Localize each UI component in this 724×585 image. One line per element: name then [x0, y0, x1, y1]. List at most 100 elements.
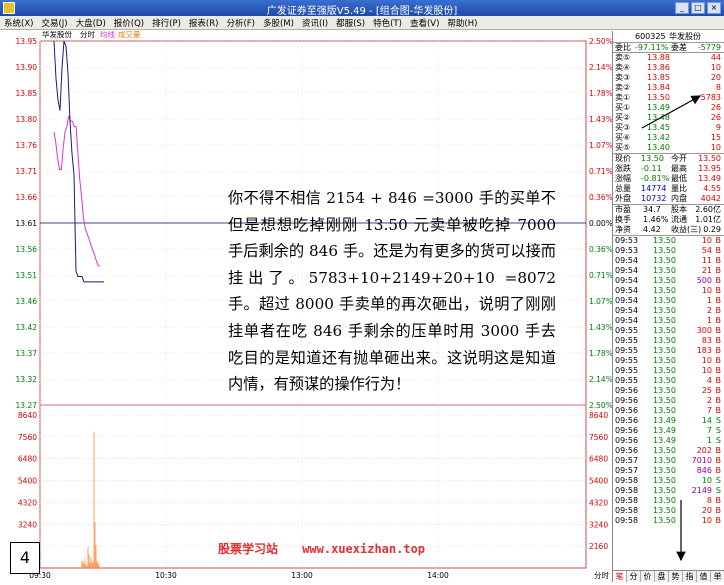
tick-side: B — [715, 406, 722, 415]
pct-tick-label: 2.50% — [589, 37, 612, 46]
webi-value: -97.11% — [635, 43, 669, 52]
tick-side: S — [715, 416, 721, 425]
volume-tick-label: 6480 — [18, 455, 37, 464]
tick-side: S — [715, 486, 721, 495]
tick-row: 09:56 13.50 7 B — [613, 406, 724, 416]
tick-time: 09:54 — [615, 296, 639, 305]
sell-label: 卖② — [615, 83, 631, 92]
weicha-label: 委差 — [671, 43, 687, 52]
minimize-button[interactable]: _ — [675, 2, 689, 14]
pct-tick-label: 1.07% — [589, 141, 612, 150]
close-button[interactable]: × — [707, 2, 721, 14]
menu-item-1[interactable]: 交易(J) — [41, 17, 67, 29]
time-tick-label: 14:00 — [427, 571, 449, 580]
avg-price-line — [53, 115, 100, 267]
window-title: 广发证券至强版V5.49 - [组合图-华发股份] — [266, 6, 458, 17]
menu-item-3[interactable]: 报价(Q) — [114, 17, 144, 29]
stat-value: 13.50 — [641, 154, 664, 163]
menu-item-6[interactable]: 分析(F) — [226, 17, 255, 29]
tick-time: 09:55 — [615, 326, 639, 335]
tick-list[interactable]: 09:53 13.50 10 B 09:53 13.50 54 B 09:54 13.50 11 B 0… — [613, 236, 724, 526]
buy-price: 13.45 — [647, 123, 670, 132]
tick-vol: 7010 — [691, 456, 712, 465]
tick-price: 13.50 — [653, 316, 676, 325]
tick-row: 09:57 13.50 846 B — [613, 466, 724, 476]
menu-item-10[interactable]: 特色(T) — [373, 17, 402, 29]
tick-time: 09:56 — [615, 406, 639, 415]
tick-row: 09:53 13.50 54 B — [613, 246, 724, 256]
stat-value: 14774 — [641, 184, 667, 193]
volume-tick-label-right: 6480 — [589, 455, 608, 464]
stat-label-2: 内盘 — [671, 194, 687, 203]
tick-side: B — [715, 326, 722, 335]
tick-price: 13.50 — [653, 306, 676, 315]
quote-tab-0[interactable]: 笔 — [613, 571, 627, 582]
menu-item-5[interactable]: 报表(R) — [189, 17, 219, 29]
stat2-value: 4.42 — [643, 225, 661, 234]
time-axis-label: 分时 — [594, 570, 609, 580]
quote-tab-1[interactable]: 分 — [627, 571, 641, 582]
quote-tab-4[interactable]: 势 — [669, 571, 683, 582]
watermark-url: www.xuexizhan.top — [302, 542, 426, 556]
menu-item-11[interactable]: 查看(V) — [410, 17, 439, 29]
sell-row: 卖④ 13.86 10 — [613, 63, 724, 73]
stat-label-2: 最低 — [671, 174, 687, 183]
price-tick-label: 13.51 — [16, 271, 38, 280]
tick-vol: 10 — [701, 356, 712, 365]
quote-header: 600325 华发股份 — [613, 31, 724, 43]
buy-vol: 15 — [710, 133, 721, 142]
tick-time: 09:54 — [615, 316, 639, 325]
tick-row: 09:53 13.50 10 B — [613, 236, 724, 246]
sell-vol: 5783 — [700, 93, 721, 102]
menu-item-2[interactable]: 大盘(D) — [76, 17, 106, 29]
menu-item-0[interactable]: 系统(X) — [4, 17, 33, 29]
quote-tab-3[interactable]: 盘 — [655, 571, 669, 582]
tick-time: 09:54 — [615, 266, 639, 275]
price-tick-label: 13.76 — [16, 141, 38, 150]
quote-tab-5[interactable]: 指 — [683, 571, 697, 582]
sell-row: 卖② 13.84 8 — [613, 83, 724, 93]
stat2-label-2: 股本 — [671, 205, 687, 214]
chart-view-label: 分时 — [80, 31, 95, 39]
stock-code: 600325 — [635, 32, 666, 41]
tick-price: 13.50 — [653, 466, 676, 475]
stat-label-2: 最高 — [671, 164, 687, 173]
time-tick-label: 10:30 — [155, 571, 177, 580]
annotation-text: 你不得不相信 2154 + 846 =3000 手的买单不但是想想吃掉刚刚 13… — [228, 189, 556, 394]
menu-item-12[interactable]: 帮助(H) — [447, 17, 477, 29]
sell-price: 13.86 — [647, 63, 670, 72]
sell-row: 卖③ 13.85 20 — [613, 73, 724, 83]
stat2-value-2: 0.29 — [703, 225, 721, 234]
tick-side: B — [715, 296, 722, 305]
volume-tick-label-right: 4320 — [589, 498, 608, 507]
tick-side: B — [715, 256, 722, 265]
quote-tab-7[interactable]: 单 — [711, 571, 724, 582]
quote-tab-2[interactable]: 价 — [641, 571, 655, 582]
tick-vol: 183 — [696, 346, 712, 355]
buy-label: 买① — [615, 103, 631, 112]
menu-item-7[interactable]: 多股(M) — [263, 17, 294, 29]
tick-vol: 300 — [696, 326, 712, 335]
pct-tick-label: 1.78% — [589, 89, 612, 98]
tick-side: B — [715, 336, 722, 345]
tick-side: S — [715, 426, 721, 435]
tick-vol: 11 — [701, 256, 712, 265]
stat-value: -0.81% — [641, 174, 670, 183]
tick-row: 09:54 13.50 1 B — [613, 316, 724, 326]
maximize-button[interactable]: □ — [691, 2, 705, 14]
tick-time: 09:54 — [615, 256, 639, 265]
tick-side: B — [715, 396, 722, 405]
tick-row: 09:55 13.50 10 B — [613, 356, 724, 366]
pct-tick-label: 1.07% — [589, 297, 612, 306]
tick-vol: 846 — [696, 466, 712, 475]
tick-side: B — [715, 236, 722, 245]
webi-label: 委比 — [615, 43, 631, 52]
menu-item-8[interactable]: 资讯(I) — [302, 17, 328, 29]
quote-tab-6[interactable]: 值 — [697, 571, 711, 582]
menu-item-9[interactable]: 都服(S) — [336, 17, 365, 29]
buy-row: 买① 13.49 26 — [613, 103, 724, 113]
tick-price: 13.50 — [653, 356, 676, 365]
pct-tick-label: 0.71% — [589, 271, 612, 280]
menu-item-4[interactable]: 排行(P) — [152, 17, 181, 29]
price-tick-label: 13.90 — [16, 63, 38, 72]
